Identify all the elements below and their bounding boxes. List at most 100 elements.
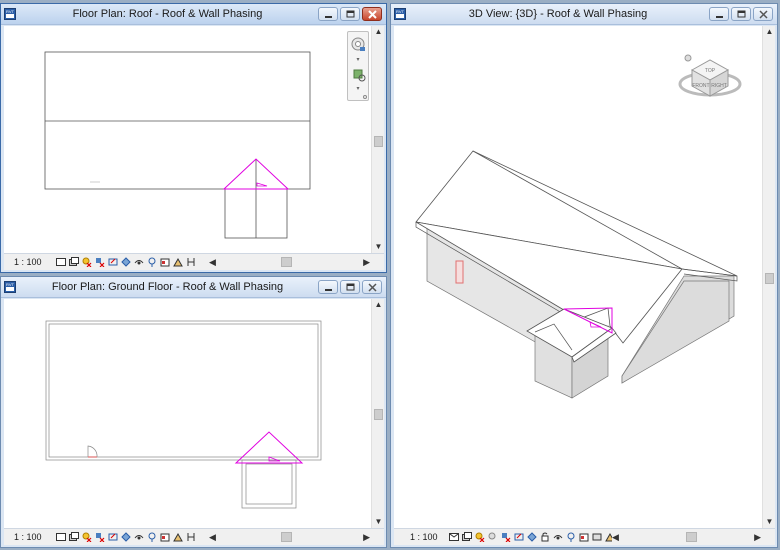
scroll-down-icon[interactable]: ▼ bbox=[763, 516, 776, 528]
revit-view-icon: RVT bbox=[4, 281, 16, 293]
view-scale[interactable]: 1 : 100 bbox=[14, 532, 42, 542]
slope-arrow bbox=[256, 182, 268, 187]
navigation-wheel-icon[interactable]: ▾ ▾ bbox=[348, 32, 370, 102]
roof-plan-window[interactable]: RVT Floor Plan: Roof - Roof & Wall Phasi… bbox=[0, 3, 387, 273]
temporary-view-properties-icon[interactable] bbox=[160, 532, 170, 542]
unlocked-view-icon[interactable] bbox=[540, 532, 550, 542]
sun-path-icon[interactable] bbox=[475, 532, 485, 542]
scroll-left-icon[interactable]: ◀ bbox=[209, 256, 216, 269]
temporary-view-properties-icon[interactable] bbox=[160, 257, 170, 267]
scroll-down-icon[interactable]: ▼ bbox=[372, 516, 385, 528]
reveal-hidden-icon[interactable] bbox=[147, 532, 157, 542]
viewcube-top-label: TOP bbox=[705, 68, 716, 74]
temporary-hide-icon[interactable] bbox=[553, 532, 563, 542]
restore-button[interactable] bbox=[340, 280, 360, 294]
outer-wall bbox=[45, 320, 322, 461]
revit-view-icon: RVT bbox=[394, 8, 406, 20]
shadows-icon[interactable] bbox=[95, 257, 105, 267]
worksharing-icon[interactable] bbox=[173, 257, 183, 267]
svg-text:▾: ▾ bbox=[356, 86, 359, 92]
worksharing-icon[interactable] bbox=[592, 532, 602, 542]
reveal-hidden-icon[interactable] bbox=[566, 532, 576, 542]
horizontal-scroll-thumb[interactable] bbox=[281, 532, 292, 542]
3d-view-titlebar[interactable]: RVT 3D View: {3D} - Roof & Wall Phasing bbox=[391, 4, 777, 25]
roof-plan-drawing[interactable] bbox=[4, 26, 371, 253]
detail-level-icon[interactable] bbox=[56, 257, 66, 267]
close-button[interactable] bbox=[362, 280, 382, 294]
scroll-left-icon[interactable]: ◀ bbox=[209, 531, 216, 544]
show-crop-icon[interactable] bbox=[121, 257, 131, 267]
scroll-thumb[interactable] bbox=[765, 273, 774, 284]
restore-button[interactable] bbox=[340, 7, 360, 21]
crop-view-icon[interactable] bbox=[514, 532, 524, 542]
temporary-view-properties-icon[interactable] bbox=[579, 532, 589, 542]
slope-arrow bbox=[268, 456, 281, 462]
reveal-hidden-icon[interactable] bbox=[147, 257, 157, 267]
worksharing-icon[interactable] bbox=[173, 532, 183, 542]
scroll-right-icon[interactable]: ▶ bbox=[754, 531, 761, 544]
temporary-hide-icon[interactable] bbox=[134, 257, 144, 267]
rendering-icon[interactable] bbox=[501, 532, 511, 542]
vertical-scrollbar[interactable]: ▲ ▼ bbox=[762, 26, 775, 528]
show-crop-icon[interactable] bbox=[121, 532, 131, 542]
minimize-button[interactable] bbox=[318, 280, 338, 294]
analytical-model-icon[interactable] bbox=[186, 257, 196, 267]
scroll-up-icon[interactable]: ▲ bbox=[372, 299, 385, 311]
view-control-bar: 1 : 100 ◀ ▶ bbox=[394, 528, 775, 545]
navigation-bar[interactable]: ▾ ▾ bbox=[347, 31, 369, 101]
scroll-right-icon[interactable]: ▶ bbox=[363, 531, 370, 544]
scroll-left-icon[interactable]: ◀ bbox=[612, 531, 619, 544]
minimize-icon bbox=[325, 16, 332, 18]
view-scale[interactable]: 1 : 100 bbox=[14, 257, 42, 267]
minimize-button[interactable] bbox=[318, 7, 338, 21]
sun-path-icon[interactable] bbox=[82, 257, 92, 267]
vertical-scrollbar[interactable]: ▲ ▼ bbox=[371, 299, 384, 528]
horizontal-scroll-thumb[interactable] bbox=[281, 257, 292, 267]
scroll-up-icon[interactable]: ▲ bbox=[372, 26, 385, 38]
extension-outer-wall bbox=[241, 459, 297, 509]
horizontal-scrollbar[interactable]: ◀ ▶ bbox=[612, 531, 761, 544]
door-swing bbox=[87, 445, 98, 458]
visual-style-icon[interactable] bbox=[69, 532, 79, 542]
detail-level-icon[interactable] bbox=[449, 532, 459, 542]
3d-view-canvas[interactable]: TOP FRONT RIGHT bbox=[394, 26, 762, 528]
shadows-icon[interactable] bbox=[488, 532, 498, 542]
restore-icon bbox=[737, 10, 746, 18]
restore-button[interactable] bbox=[731, 7, 751, 21]
detail-level-icon[interactable] bbox=[56, 532, 66, 542]
door bbox=[455, 260, 464, 284]
scroll-down-icon[interactable]: ▼ bbox=[372, 241, 385, 253]
close-button[interactable] bbox=[362, 7, 382, 21]
roof-plan-canvas[interactable]: ▾ ▾ bbox=[4, 26, 371, 253]
crop-view-icon[interactable] bbox=[108, 532, 118, 542]
roof-plan-titlebar[interactable]: RVT Floor Plan: Roof - Roof & Wall Phasi… bbox=[1, 4, 386, 25]
minimize-button[interactable] bbox=[709, 7, 729, 21]
horizontal-scroll-thumb[interactable] bbox=[686, 532, 697, 542]
scroll-right-icon[interactable]: ▶ bbox=[363, 256, 370, 269]
ground-plan-drawing[interactable] bbox=[4, 299, 371, 528]
ground-plan-canvas[interactable] bbox=[4, 299, 371, 528]
view-control-bar: 1 : 100 ◀ ▶ bbox=[4, 528, 384, 545]
view-scale[interactable]: 1 : 100 bbox=[410, 532, 438, 542]
horizontal-scrollbar[interactable]: ◀ ▶ bbox=[209, 256, 370, 269]
scroll-up-icon[interactable]: ▲ bbox=[763, 26, 776, 38]
viewcube[interactable]: TOP FRONT RIGHT bbox=[676, 44, 746, 104]
horizontal-scrollbar[interactable]: ◀ ▶ bbox=[209, 531, 370, 544]
view-control-bar: 1 : 100 ◀ ▶ bbox=[4, 253, 384, 270]
viewcube-home-icon[interactable] bbox=[684, 54, 692, 62]
show-crop-icon[interactable] bbox=[527, 532, 537, 542]
close-button[interactable] bbox=[753, 7, 773, 21]
analytical-model-icon[interactable] bbox=[186, 532, 196, 542]
vertical-scrollbar[interactable]: ▲ ▼ bbox=[371, 26, 384, 253]
visual-style-icon[interactable] bbox=[69, 257, 79, 267]
scroll-thumb[interactable] bbox=[374, 136, 383, 147]
temporary-hide-icon[interactable] bbox=[134, 532, 144, 542]
sun-path-icon[interactable] bbox=[82, 532, 92, 542]
scroll-thumb[interactable] bbox=[374, 409, 383, 420]
ground-plan-window[interactable]: RVT Floor Plan: Ground Floor - Roof & Wa… bbox=[0, 276, 387, 548]
visual-style-icon[interactable] bbox=[462, 532, 472, 542]
ground-plan-titlebar[interactable]: RVT Floor Plan: Ground Floor - Roof & Wa… bbox=[1, 277, 386, 298]
shadows-icon[interactable] bbox=[95, 532, 105, 542]
3d-view-window[interactable]: RVT 3D View: {3D} - Roof & Wall Phasing bbox=[390, 3, 778, 548]
crop-view-icon[interactable] bbox=[108, 257, 118, 267]
